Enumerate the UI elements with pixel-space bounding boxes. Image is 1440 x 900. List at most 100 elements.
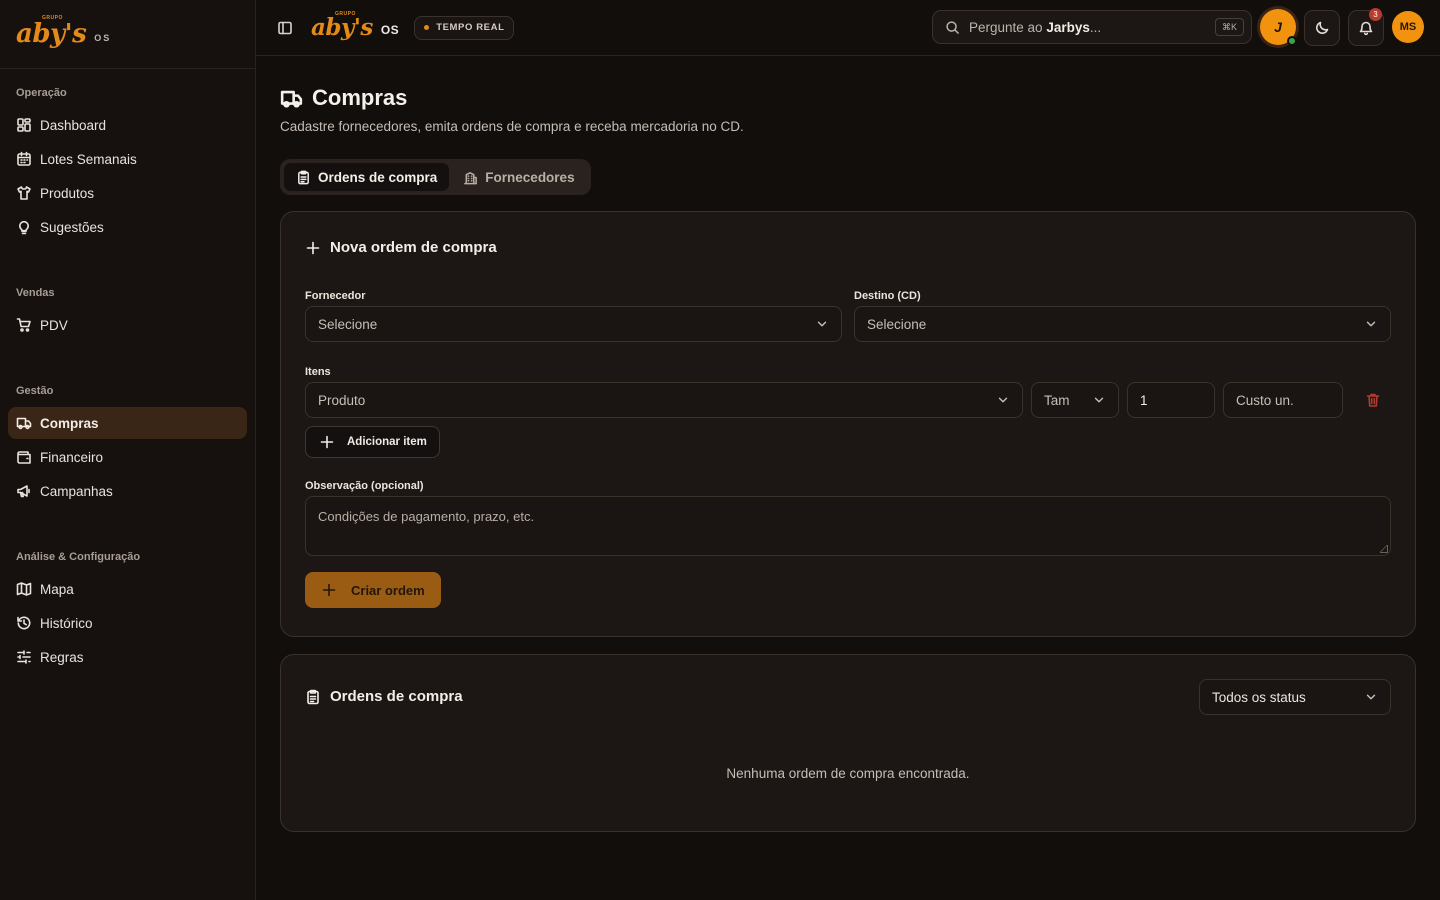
status-filter-select[interactable]: Todos os status xyxy=(1199,679,1391,715)
search-icon xyxy=(946,20,959,34)
new-order-title: Nova ordem de compra xyxy=(330,239,497,256)
orders-list-header: Ordens de compra xyxy=(305,688,463,705)
jarbys-assistant-button[interactable]: J xyxy=(1260,9,1297,46)
panel-left-icon xyxy=(278,21,292,34)
sidebar-logo[interactable]: GRUPO aby's OS xyxy=(0,0,255,69)
orders-list-card: Ordens de compra Todos os status Nenhuma… xyxy=(280,654,1416,832)
size-select[interactable]: Tam xyxy=(1031,382,1119,418)
sidebar-item-lotes-semanais[interactable]: Lotes Semanais xyxy=(8,143,247,175)
sidebar-item-dashboard[interactable]: Dashboard xyxy=(8,109,247,141)
remove-item-button[interactable] xyxy=(1365,392,1381,408)
brand-grupo: GRUPO xyxy=(42,15,63,21)
sidebar-item-pdv[interactable]: PDV xyxy=(8,309,247,341)
empty-state-message: Nenhuma ordem de compra encontrada. xyxy=(726,766,970,781)
sidebar-item-mapa[interactable]: Mapa xyxy=(8,573,247,605)
tabs: Ordens de compra Fornecedores xyxy=(280,159,591,195)
live-dot-icon xyxy=(424,25,430,30)
destination-select[interactable]: Selecione xyxy=(854,306,1391,342)
header-logo[interactable]: GRUPO aby's OS xyxy=(311,11,400,41)
tab-label: Ordens de compra xyxy=(318,169,438,185)
sidebar: GRUPO aby's OS Operação Dashboard Lotes … xyxy=(0,0,256,900)
items-field: Itens Produto Tam 1 Custo un. Adicionar … xyxy=(305,366,1391,458)
brand-suffix: OS xyxy=(380,23,400,37)
sidebar-section-title: Gestão xyxy=(16,385,54,397)
sidebar-item-label: Regras xyxy=(40,649,84,665)
live-badge-label: TEMPO REAL xyxy=(436,22,505,33)
truck-icon xyxy=(280,90,303,108)
item-row: Produto Tam 1 Custo un. xyxy=(305,382,1391,418)
plus-icon xyxy=(322,583,336,597)
note-label: Observação (opcional) xyxy=(305,480,424,492)
sidebar-section-title: Análise & Configuração xyxy=(16,551,141,563)
wallet-icon xyxy=(17,451,31,464)
sidebar-section-title: Vendas xyxy=(16,287,55,299)
create-order-button[interactable]: Criar ordem xyxy=(305,572,441,608)
sidebar-item-label: Mapa xyxy=(40,581,74,597)
sidebar-item-campanhas[interactable]: Campanhas xyxy=(8,475,247,507)
sidebar-item-label: Dashboard xyxy=(40,117,107,133)
chevron-down-icon xyxy=(1366,321,1376,327)
top-header: GRUPO aby's OS TEMPO REAL Pergunte ao Ja… xyxy=(256,0,1440,56)
history-icon xyxy=(17,616,31,630)
sidebar-item-label: Lotes Semanais xyxy=(40,151,137,167)
sidebar-section-title: Operação xyxy=(16,87,67,99)
sidebar-section-vendas: Vendas PDV xyxy=(0,283,255,341)
brand-name: aby's xyxy=(311,14,373,41)
tab-fornecedores[interactable]: Fornecedores xyxy=(451,163,586,191)
sidebar-item-sugestoes[interactable]: Sugestões xyxy=(8,211,247,243)
truck-icon xyxy=(16,417,32,430)
plus-icon xyxy=(306,241,320,254)
page-subtitle: Cadastre fornecedores, emita ordens de c… xyxy=(280,119,744,134)
destination-field: Destino (CD) Selecione xyxy=(854,290,1391,342)
chevron-down-icon xyxy=(817,321,827,327)
unit-cost-placeholder: Custo un. xyxy=(1236,392,1294,408)
sidebar-toggle-button[interactable] xyxy=(277,20,293,36)
search-suffix: ... xyxy=(1089,19,1102,35)
user-avatar[interactable]: MS xyxy=(1392,11,1424,43)
new-order-header: Nova ordem de compra xyxy=(305,239,1391,256)
sidebar-item-produtos[interactable]: Produtos xyxy=(8,177,247,209)
status-filter-value: Todos os status xyxy=(1212,689,1306,705)
search-shortcut-kbd: ⌘K xyxy=(1214,18,1244,36)
lightbulb-icon xyxy=(19,220,29,235)
shirt-icon xyxy=(17,186,31,200)
tab-ordens-de-compra[interactable]: Ordens de compra xyxy=(284,163,450,191)
calendar-icon xyxy=(17,151,31,166)
note-field: Observação (opcional) Condições de pagam… xyxy=(305,480,1391,556)
theme-toggle-button[interactable] xyxy=(1304,10,1340,46)
product-select-value: Produto xyxy=(318,392,366,408)
resize-handle[interactable] xyxy=(1380,545,1388,553)
supplier-select[interactable]: Selecione xyxy=(305,306,842,342)
notifications-button[interactable]: 3 xyxy=(1348,8,1384,46)
map-icon xyxy=(16,582,32,596)
add-item-label: Adicionar item xyxy=(347,436,427,448)
sidebar-item-financeiro[interactable]: Financeiro xyxy=(8,441,247,473)
search-assistant-name: Jarbys xyxy=(1046,19,1090,35)
brand-logo: GRUPO aby's xyxy=(16,15,87,47)
sidebar-item-historico[interactable]: Histórico xyxy=(8,607,247,639)
moon-icon xyxy=(1316,21,1329,34)
add-item-button[interactable]: Adicionar item xyxy=(305,426,440,458)
bell-icon xyxy=(1359,21,1373,36)
supplier-select-value: Selecione xyxy=(318,316,378,332)
note-textarea[interactable]: Condições de pagamento, prazo, etc. xyxy=(305,496,1391,556)
notifications-badge: 3 xyxy=(1369,8,1382,21)
sidebar-item-label: Sugestões xyxy=(40,219,104,235)
product-select[interactable]: Produto xyxy=(305,382,1023,418)
sidebar-item-compras[interactable]: Compras xyxy=(8,407,247,439)
unit-cost-input[interactable]: Custo un. xyxy=(1223,382,1343,418)
chevron-down-icon xyxy=(1094,397,1104,403)
brand-suffix: OS xyxy=(94,33,112,43)
ask-jarbys-search[interactable]: Pergunte ao Jarbys... ⌘K xyxy=(932,10,1252,44)
sidebar-item-regras[interactable]: Regras xyxy=(8,641,247,673)
trash-icon xyxy=(1366,393,1380,407)
dashboard-icon xyxy=(17,118,31,132)
supplier-field: Fornecedor Selecione xyxy=(305,290,842,342)
chevron-down-icon xyxy=(998,397,1008,403)
sidebar-section-gestao: Gestão Compras Financeiro Campanhas xyxy=(0,381,255,507)
online-status-dot xyxy=(1287,36,1297,46)
destination-select-value: Selecione xyxy=(867,316,927,332)
live-badge: TEMPO REAL xyxy=(414,15,515,40)
quantity-input[interactable]: 1 xyxy=(1127,382,1215,418)
chevron-down-icon xyxy=(1366,694,1376,700)
